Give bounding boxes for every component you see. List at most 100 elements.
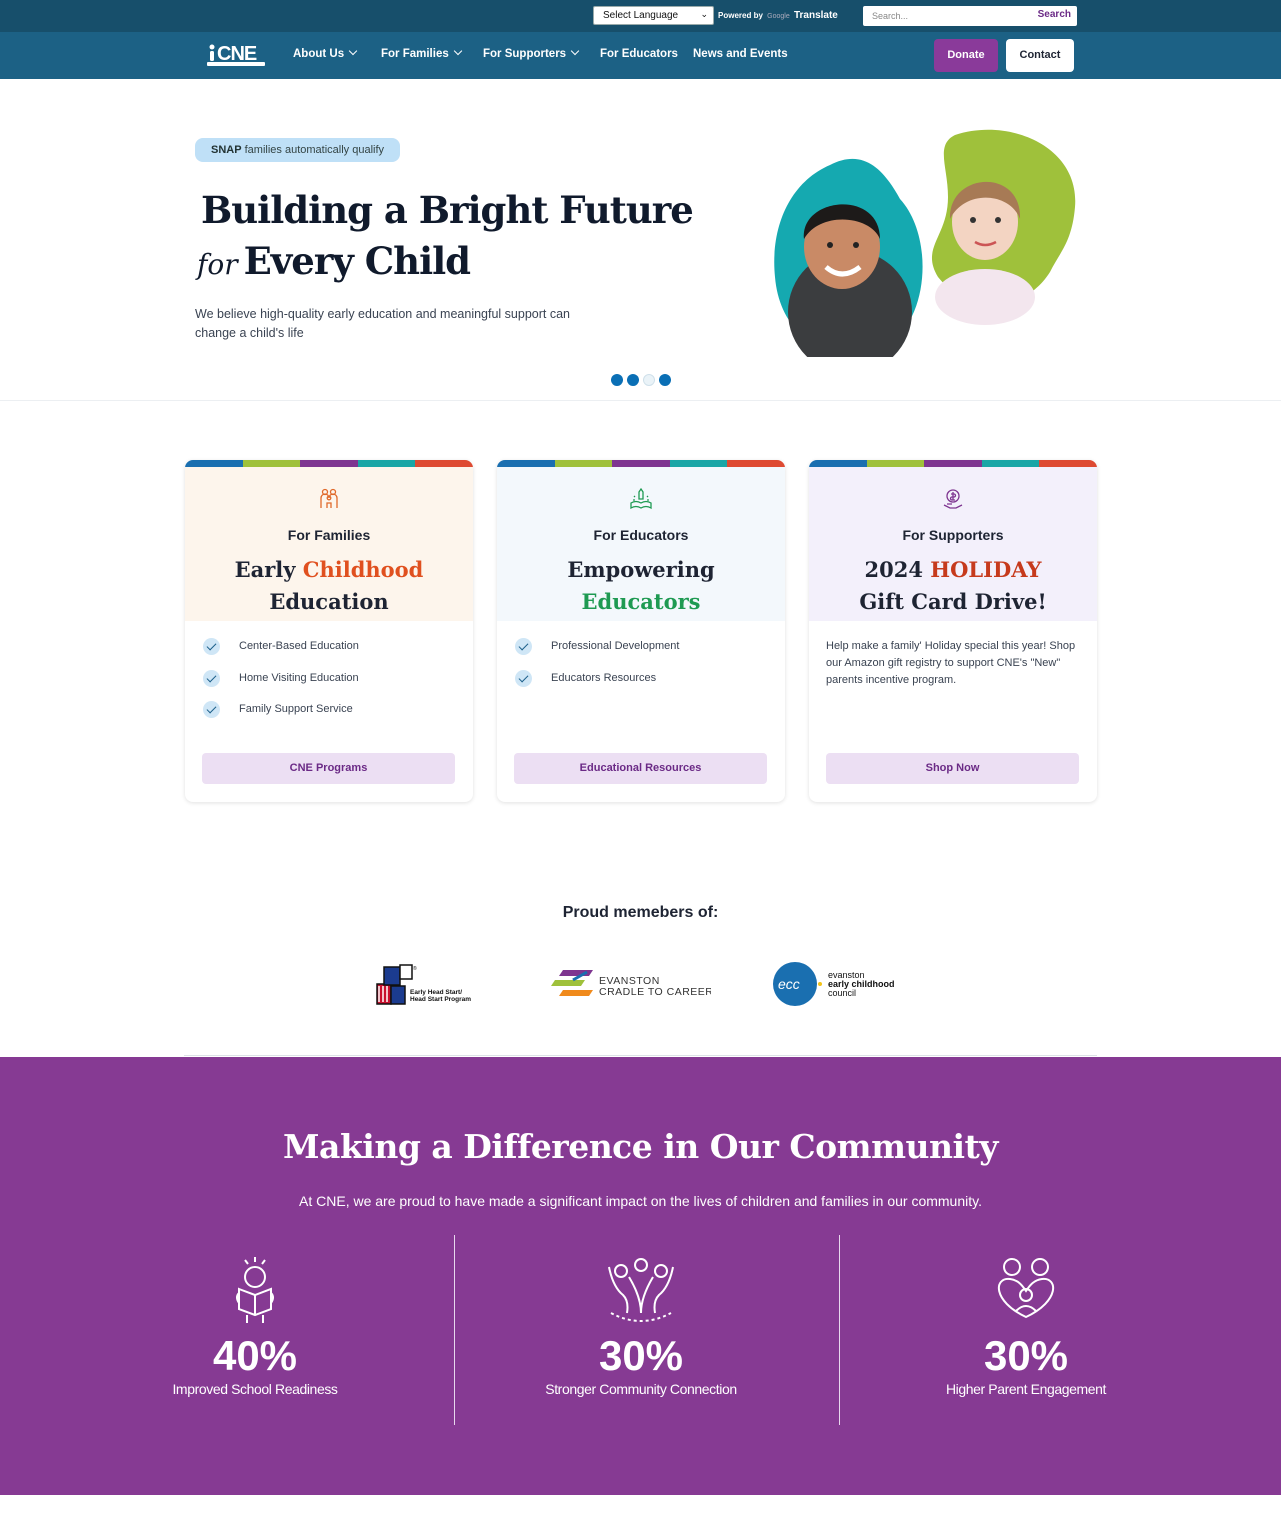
family-icon: [320, 488, 338, 508]
list-item: Home Visiting Education: [203, 669, 359, 702]
carousel-dot-active[interactable]: [643, 374, 655, 386]
card-title-accent: HOLIDAY: [930, 557, 1042, 582]
nav-news-and-events-label: News and Events: [693, 48, 788, 60]
nav-for-supporters-label: For Supporters: [483, 48, 567, 60]
carousel-dot[interactable]: [659, 374, 671, 386]
cne-programs-button[interactable]: CNE Programs: [202, 753, 455, 784]
stat-label: Stronger Community Connection: [545, 1381, 737, 1397]
members-title: Proud memebers of:: [562, 904, 719, 921]
powered-by-label: Powered by: [718, 11, 763, 20]
list-item: Professional Development: [515, 638, 679, 670]
powered-by-google-translate[interactable]: Powered by Google Translate: [718, 10, 838, 21]
stat-value: 40%: [212, 1332, 298, 1379]
nav-news-and-events[interactable]: News and Events: [693, 48, 788, 60]
hero-description: We believe high-quality early education …: [195, 307, 571, 340]
card-kicker: For Supporters: [902, 527, 1004, 543]
donation-hand-icon: [943, 489, 963, 509]
snap-badge-text: families automatically qualify: [244, 144, 385, 156]
nav-for-supporters[interactable]: For Supporters: [483, 46, 580, 60]
card-description: Help make a family' Holiday special this…: [826, 640, 1076, 686]
nav-for-families-label: For Families: [381, 48, 449, 60]
list-item-label: Professional Development: [551, 640, 680, 652]
card-title: 2024 HOLIDAY Gift Card Drive!: [809, 554, 1097, 618]
list-item-label: Center-Based Education: [239, 640, 359, 652]
check-icon: [203, 638, 220, 655]
check-icon: [203, 701, 220, 718]
logo-line3: council: [828, 988, 856, 998]
section-divider: [184, 1055, 1097, 1056]
logo-line2: CRADLE TO CAREER: [599, 986, 711, 998]
card-list: Center-Based Education Home Visiting Edu…: [203, 638, 359, 733]
card-for-educators: For Educators Empowering Educators Profe…: [497, 460, 785, 802]
search-button[interactable]: Search: [1038, 9, 1071, 20]
evanston-early-childhood-council-logo[interactable]: ecc evanston early childhood council: [772, 960, 912, 1008]
list-item: Center-Based Education: [203, 638, 359, 670]
evanston-cradle-to-career-logo[interactable]: EVANSTON CRADLE TO CAREER: [551, 966, 711, 1002]
list-item: Family Support Service: [203, 701, 359, 733]
chevron-down-icon: [348, 46, 358, 56]
logo-line1: Early Head Start/: [410, 989, 462, 996]
girl-eye: [995, 217, 1001, 223]
impact-section: Making a Difference in Our Community At …: [0, 1057, 1281, 1495]
hero-title-line1: Building a Bright Future: [201, 188, 694, 232]
google-logo: Google: [767, 13, 790, 20]
card-title-text: Gift Card Drive!: [859, 589, 1047, 614]
impact-title: Making a Difference in Our Community: [283, 1127, 998, 1166]
hero-title-every-child: Every Child: [243, 239, 471, 283]
community-people-icon: [608, 1258, 674, 1322]
card-list: Professional Development Educators Resou…: [515, 638, 679, 701]
cne-logo[interactable]: CNE: [207, 43, 265, 68]
nav-for-educators-label: For Educators: [600, 48, 678, 60]
color-stripes: [809, 460, 1097, 467]
card-header: For Supporters 2024 HOLIDAY Gift Card Dr…: [809, 467, 1097, 621]
nav-about-us[interactable]: About Us: [293, 46, 358, 60]
chevron-down-icon: [570, 46, 580, 56]
language-select[interactable]: Select Language ⌄: [593, 6, 714, 25]
boy-eye: [853, 242, 859, 248]
card-title-text: Empowering: [567, 557, 715, 582]
stat-divider: [839, 1235, 840, 1425]
stat-divider: [454, 1235, 455, 1425]
carousel-dot[interactable]: [627, 374, 639, 386]
stat-value: 30%: [598, 1332, 684, 1379]
carousel-dot[interactable]: [611, 374, 623, 386]
check-icon: [203, 669, 220, 687]
card-header: For Families Early Childhood Education: [185, 467, 473, 621]
girl-eye: [970, 217, 976, 223]
educational-resources-button[interactable]: Educational Resources: [514, 753, 767, 784]
donate-button[interactable]: Donate: [934, 39, 998, 72]
utility-bar: Select Language ⌄ Powered by Google Tran…: [0, 0, 1281, 32]
language-select-value: Select Language: [603, 10, 679, 21]
nav-for-educators[interactable]: For Educators: [600, 48, 678, 60]
card-title-accent: Childhood: [302, 557, 424, 582]
card-header: For Educators Empowering Educators: [497, 467, 785, 621]
stat-label: Improved School Readiness: [172, 1381, 338, 1397]
stat-label: Higher Parent Engagement: [945, 1381, 1107, 1397]
card-title-text: Education: [269, 589, 389, 614]
hero-section: SNAP families automatically qualify Buil…: [0, 79, 1281, 401]
contact-button[interactable]: Contact: [1006, 39, 1074, 72]
chevron-down-icon: ⌄: [700, 9, 708, 19]
card-for-supporters: For Supporters 2024 HOLIDAY Gift Card Dr…: [809, 460, 1097, 802]
girl-shirt: [935, 269, 1035, 325]
nav-for-families[interactable]: For Families: [381, 46, 462, 60]
logo-line2: Head Start Program: [410, 996, 471, 1003]
card-title-text: 2024: [864, 557, 931, 582]
stat-parent-engagement: 30% Higher Parent Engagement: [896, 1255, 1156, 1397]
color-stripes: [497, 460, 785, 467]
snap-badge: SNAP families automatically qualify: [195, 138, 401, 162]
card-title: Empowering Educators: [497, 554, 785, 618]
card-kicker: For Educators: [593, 527, 689, 543]
parent-child-icon: [997, 1258, 1055, 1319]
logo-mark: ecc: [778, 976, 800, 992]
shop-now-button[interactable]: Shop Now: [826, 753, 1079, 784]
card-for-families: For Families Early Childhood Education C…: [185, 460, 473, 802]
early-head-start-logo[interactable]: ® Early Head Start/ Head Start Program: [376, 964, 488, 1008]
hero-children-photos: [774, 129, 1076, 357]
search-input[interactable]: Search...: [872, 11, 908, 21]
main-nav: CNE About Us For Families For Supporters…: [0, 32, 1281, 79]
cne-logo-icon: [209, 44, 215, 61]
list-item-label: Family Support Service: [239, 703, 353, 715]
stat-value: 30%: [983, 1332, 1069, 1379]
color-stripes: [185, 460, 473, 467]
